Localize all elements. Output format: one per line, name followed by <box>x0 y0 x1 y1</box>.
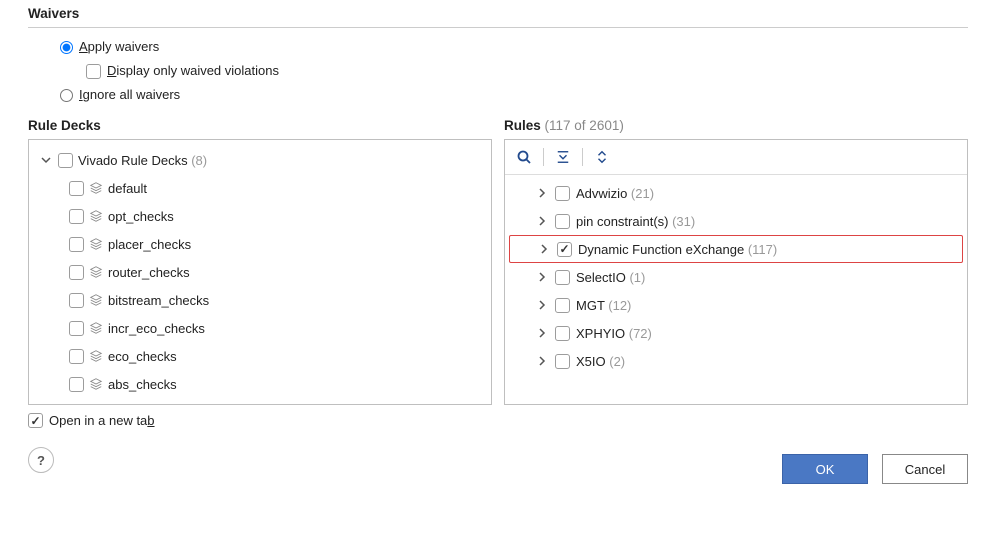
chevron-right-icon[interactable] <box>535 354 549 368</box>
rule-category-label: pin constraint(s) (31) <box>576 214 695 229</box>
rule-category-row[interactable]: pin constraint(s) (31) <box>507 207 965 235</box>
rules-panel: Rules (117 of 2601) Advwizio (21) pin con… <box>504 118 968 405</box>
checkbox-icon[interactable] <box>555 270 570 285</box>
checkbox-icon[interactable] <box>69 237 84 252</box>
chevron-right-icon[interactable] <box>535 298 549 312</box>
checkbox-icon[interactable] <box>557 242 572 257</box>
rule-category-row[interactable]: Dynamic Function eXchange (117) <box>509 235 963 263</box>
rule-decks-title: Rule Decks <box>28 118 492 133</box>
checkbox-icon[interactable] <box>69 265 84 280</box>
rule-deck-item[interactable]: opt_checks <box>35 202 487 230</box>
layers-icon <box>89 209 103 223</box>
rule-category-label: MGT (12) <box>576 298 631 313</box>
rule-category-row[interactable]: Advwizio (21) <box>507 179 965 207</box>
rule-deck-item[interactable]: placer_checks <box>35 230 487 258</box>
rule-category-row[interactable]: X5IO (2) <box>507 347 965 375</box>
rule-deck-label: router_checks <box>108 265 190 280</box>
tree-root-label: Vivado Rule Decks <box>78 153 188 168</box>
rule-deck-item[interactable]: router_checks <box>35 258 487 286</box>
tree-root-row[interactable]: Vivado Rule Decks (8) <box>35 146 487 174</box>
layers-icon <box>89 237 103 251</box>
rule-decks-panel: Rule Decks Vivado Rule Decks (8) default… <box>28 118 492 405</box>
search-icon[interactable] <box>513 146 535 168</box>
rule-category-row[interactable]: XPHYIO (72) <box>507 319 965 347</box>
layers-icon <box>89 181 103 195</box>
rule-deck-label: incr_eco_checks <box>108 321 205 336</box>
checkbox-icon[interactable] <box>555 326 570 341</box>
checkbox-icon[interactable] <box>555 186 570 201</box>
cancel-button[interactable]: Cancel <box>882 454 968 484</box>
apply-waivers-radio[interactable]: Apply waivers <box>60 38 968 56</box>
checkbox-icon <box>86 64 101 79</box>
rule-category-row[interactable]: SelectIO (1) <box>507 263 965 291</box>
waivers-separator <box>28 27 968 28</box>
toolbar-separator <box>582 148 583 166</box>
rule-deck-label: placer_checks <box>108 237 191 252</box>
rule-deck-item[interactable]: incr_eco_checks <box>35 314 487 342</box>
rule-deck-label: default <box>108 181 147 196</box>
rule-deck-label: bitstream_checks <box>108 293 209 308</box>
rule-category-label: X5IO (2) <box>576 354 625 369</box>
checkbox-icon[interactable] <box>555 214 570 229</box>
checkbox-icon[interactable] <box>555 298 570 313</box>
chevron-right-icon[interactable] <box>537 242 551 256</box>
layers-icon <box>89 377 103 391</box>
rules-toolbar <box>505 140 967 175</box>
rule-deck-item[interactable]: eco_checks <box>35 342 487 370</box>
tree-root-count: (8) <box>191 153 207 168</box>
display-only-waived-checkbox[interactable]: Display only waived violations <box>60 62 968 80</box>
ok-button[interactable]: OK <box>782 454 868 484</box>
rules-tree[interactable]: Advwizio (21) pin constraint(s) (31) Dynam… <box>505 175 967 404</box>
rule-category-label: SelectIO (1) <box>576 270 645 285</box>
rules-count: (117 of 2601) <box>545 118 624 133</box>
help-button[interactable]: ? <box>28 447 54 473</box>
toolbar-separator <box>543 148 544 166</box>
layers-icon <box>89 293 103 307</box>
checkbox-icon[interactable] <box>69 293 84 308</box>
layers-icon <box>89 321 103 335</box>
rule-category-row[interactable]: MGT (12) <box>507 291 965 319</box>
expand-all-icon[interactable] <box>591 146 613 168</box>
rule-deck-item[interactable]: bitstream_checks <box>35 286 487 314</box>
rule-category-label: Advwizio (21) <box>576 186 654 201</box>
rule-category-label: XPHYIO (72) <box>576 326 652 341</box>
chevron-right-icon[interactable] <box>535 326 549 340</box>
rule-deck-label: eco_checks <box>108 349 177 364</box>
waivers-title: Waivers <box>28 6 968 21</box>
rule-category-label: Dynamic Function eXchange (117) <box>578 242 777 257</box>
chevron-right-icon[interactable] <box>535 214 549 228</box>
checkbox-icon[interactable] <box>69 209 84 224</box>
checkbox-icon[interactable] <box>69 181 84 196</box>
chevron-right-icon[interactable] <box>535 270 549 284</box>
rules-title: Rules (117 of 2601) <box>504 118 968 133</box>
rule-deck-item[interactable]: abs_checks <box>35 370 487 398</box>
collapse-all-icon[interactable] <box>552 146 574 168</box>
checkbox-icon[interactable] <box>69 321 84 336</box>
rule-deck-label: opt_checks <box>108 209 174 224</box>
checkbox-icon[interactable] <box>555 354 570 369</box>
checkbox-icon <box>28 413 43 428</box>
rule-deck-item[interactable]: default <box>35 174 487 202</box>
checkbox-icon[interactable] <box>69 349 84 364</box>
open-in-new-tab-checkbox[interactable]: Open in a new tab <box>28 413 155 428</box>
rule-decks-tree[interactable]: Vivado Rule Decks (8) default opt_checksp… <box>29 140 491 404</box>
checkbox-icon[interactable] <box>58 153 73 168</box>
ignore-all-waivers-radio[interactable]: Ignore all waivers <box>60 86 968 104</box>
chevron-right-icon[interactable] <box>535 186 549 200</box>
layers-icon <box>89 349 103 363</box>
checkbox-icon[interactable] <box>69 377 84 392</box>
chevron-down-icon[interactable] <box>39 153 53 167</box>
rule-deck-label: abs_checks <box>108 377 177 392</box>
layers-icon <box>89 265 103 279</box>
